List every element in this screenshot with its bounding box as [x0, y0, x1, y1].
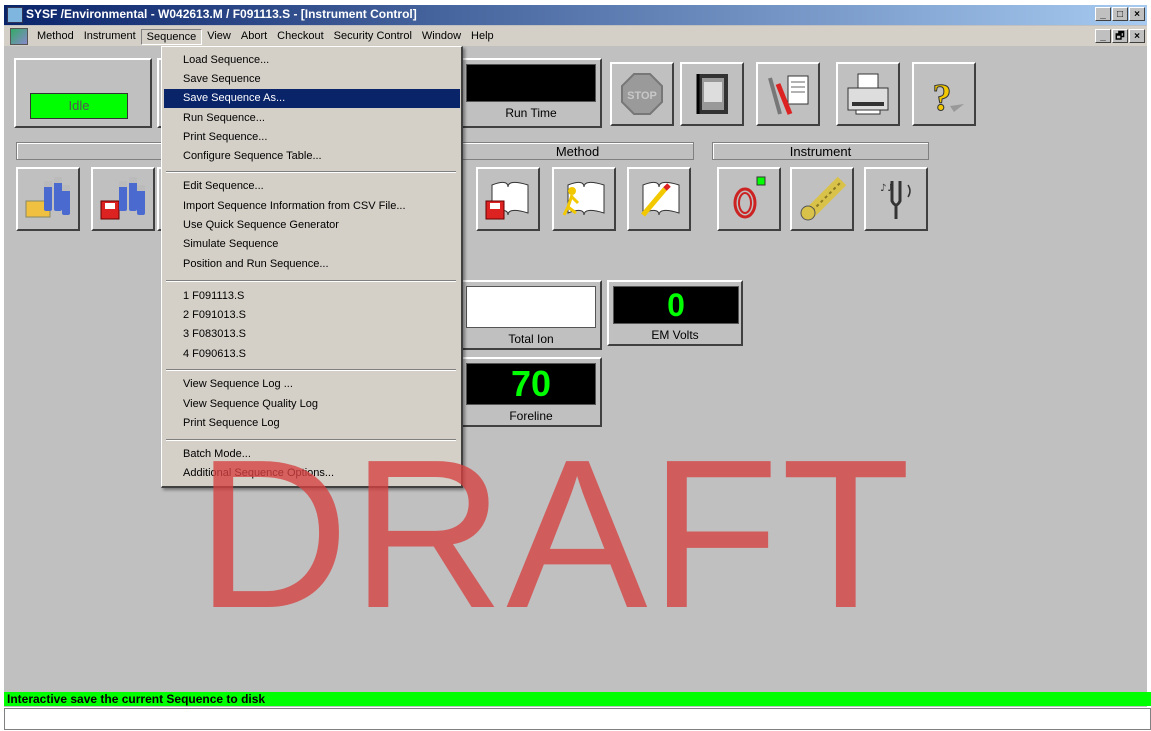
em-volts-value: 0 [613, 286, 739, 324]
menu-item-import-csv[interactable]: Import Sequence Information from CSV Fil… [164, 197, 460, 216]
help-icon: ? [932, 77, 964, 118]
menu-item-view-sequence-log[interactable]: View Sequence Log ... [164, 375, 460, 394]
edit-method-button[interactable] [627, 167, 691, 231]
foreline-panel: 70 Foreline [460, 357, 602, 427]
total-ion-panel: Total Ion [460, 280, 602, 350]
menu-item-batch-mode[interactable]: Batch Mode... [164, 445, 460, 464]
sequence-header [16, 142, 168, 160]
em-volts-panel: 0 EM Volts [607, 280, 743, 346]
status-idle: Idle [30, 93, 128, 119]
save-sequence-button[interactable] [91, 167, 155, 231]
load-sequence-button[interactable] [16, 167, 80, 231]
run-time-label: Run Time [505, 106, 557, 120]
menu-item-save-sequence[interactable]: Save Sequence [164, 70, 460, 89]
menu-item-additional-options[interactable]: Additional Sequence Options... [164, 464, 460, 483]
menu-separator [166, 280, 456, 282]
mdi-minimize-button[interactable]: _ [1095, 29, 1111, 43]
bottom-input-area [4, 708, 1151, 730]
run-time-panel: Run Time [460, 58, 602, 128]
menu-item-recent-2[interactable]: 2 F091013.S [164, 306, 460, 325]
notebook-button[interactable] [680, 62, 744, 126]
run-method-icon [562, 181, 605, 216]
em-volts-label: EM Volts [651, 328, 699, 342]
svg-text:?: ? [933, 77, 952, 118]
menu-item-position-and-run[interactable]: Position and Run Sequence... [164, 255, 460, 274]
tools-icon [768, 75, 809, 115]
menu-item-run-sequence[interactable]: Run Sequence... [164, 109, 460, 128]
total-ion-display [466, 286, 596, 328]
menu-item-save-sequence-as[interactable]: Save Sequence As... [164, 89, 460, 108]
menu-separator [166, 171, 456, 173]
menu-item-configure-sequence-table[interactable]: Configure Sequence Table... [164, 147, 460, 166]
svg-text:STOP: STOP [627, 90, 657, 102]
printer-button[interactable] [836, 62, 900, 126]
menu-item-view-quality-log[interactable]: View Sequence Quality Log [164, 395, 460, 414]
menu-item-print-sequence[interactable]: Print Sequence... [164, 128, 460, 147]
menu-separator [166, 439, 456, 441]
foreline-value: 70 [466, 363, 596, 405]
tune-icon: ♪♫ [880, 181, 911, 219]
menu-help[interactable]: Help [466, 29, 499, 45]
menu-bar: Method Instrument Sequence View Abort Ch… [4, 26, 1147, 46]
menu-item-print-sequence-log[interactable]: Print Sequence Log [164, 414, 460, 433]
menu-item-edit-sequence[interactable]: Edit Sequence... [164, 177, 460, 196]
mdi-close-button[interactable]: × [1129, 29, 1145, 43]
load-sequence-icon [25, 177, 70, 218]
menu-item-recent-4[interactable]: 4 F090613.S [164, 345, 460, 364]
notebook-icon [696, 74, 728, 114]
source-icon [800, 176, 846, 221]
menu-separator [166, 369, 456, 371]
document-icon[interactable] [10, 28, 28, 45]
save-method-icon [485, 181, 529, 220]
instrument-header: Instrument [712, 142, 929, 160]
menu-checkout[interactable]: Checkout [272, 29, 328, 45]
menu-view[interactable]: View [202, 29, 236, 45]
method-header: Method [461, 142, 694, 160]
tune-button[interactable]: ♪♫ [864, 167, 928, 231]
menu-item-quick-sequence-generator[interactable]: Use Quick Sequence Generator [164, 216, 460, 235]
sequence-menu: Load Sequence... Save Sequence Save Sequ… [161, 46, 463, 488]
stop-icon: STOP [621, 73, 663, 115]
menu-instrument[interactable]: Instrument [79, 29, 141, 45]
svg-text:♪♫: ♪♫ [880, 183, 895, 194]
menu-window[interactable]: Window [417, 29, 466, 45]
menu-item-recent-1[interactable]: 1 F091113.S [164, 287, 460, 306]
help-button[interactable]: ? [912, 62, 976, 126]
menu-method[interactable]: Method [32, 29, 79, 45]
window-title: SYSF /Environmental - W042613.M / F09111… [26, 7, 417, 21]
foreline-label: Foreline [509, 409, 553, 423]
save-sequence-icon [100, 177, 145, 220]
menu-item-simulate-sequence[interactable]: Simulate Sequence [164, 235, 460, 254]
menu-abort[interactable]: Abort [236, 29, 272, 45]
title-bar: SYSF /Environmental - W042613.M / F09111… [4, 5, 1147, 25]
status-panel: Idle [14, 58, 152, 128]
tools-button[interactable] [756, 62, 820, 126]
minimize-button[interactable]: _ [1095, 7, 1111, 21]
menu-sequence[interactable]: Sequence [140, 29, 203, 45]
app-icon [7, 7, 23, 23]
inlet-button[interactable] [717, 167, 781, 231]
printer-icon [847, 73, 889, 115]
inlet-icon [733, 176, 766, 219]
menu-item-load-sequence[interactable]: Load Sequence... [164, 51, 460, 70]
close-button[interactable]: × [1129, 7, 1145, 21]
save-method-button[interactable] [476, 167, 540, 231]
run-time-display [466, 64, 596, 102]
source-button[interactable] [790, 167, 854, 231]
maximize-button[interactable]: □ [1112, 7, 1128, 21]
run-method-button[interactable] [552, 167, 616, 231]
stop-button[interactable]: STOP [610, 62, 674, 126]
menu-item-recent-3[interactable]: 3 F083013.S [164, 325, 460, 344]
mdi-restore-button[interactable]: 🗗 [1112, 29, 1128, 43]
total-ion-label: Total Ion [508, 332, 554, 346]
status-bar: Interactive save the current Sequence to… [4, 692, 1151, 706]
edit-method-icon [641, 181, 680, 217]
menu-security-control[interactable]: Security Control [329, 29, 417, 45]
